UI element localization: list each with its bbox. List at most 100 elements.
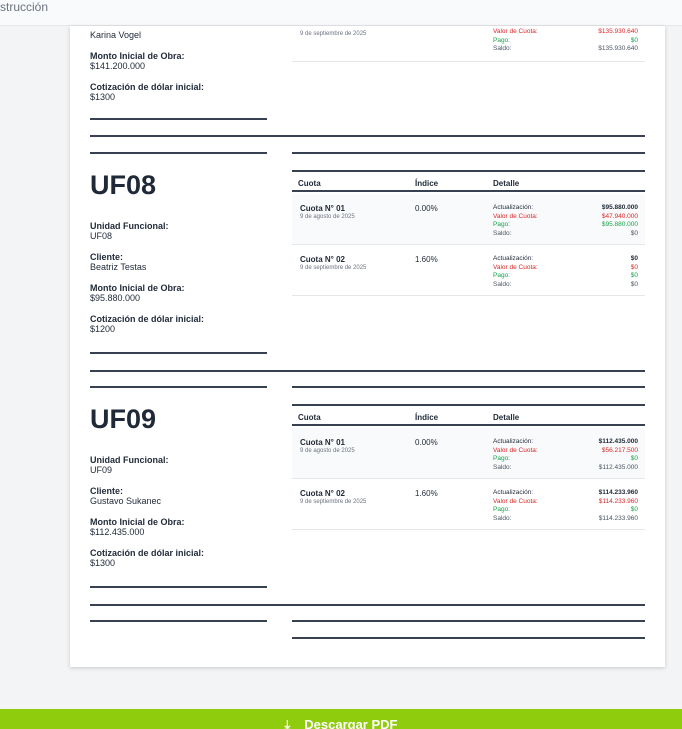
cotizacion-label: Cotización de dólar inicial: <box>90 82 205 92</box>
table-row: Cuota N° 02 9 de septiembre de 2025 1.60… <box>292 245 645 296</box>
col-indice: Índice <box>415 179 439 188</box>
detail-value: $0 <box>630 255 638 262</box>
detail-label: Saldo: <box>493 463 512 471</box>
cuota-number: Cuota N° 02 <box>300 255 345 264</box>
col-detalle: Detalle <box>493 179 520 188</box>
divider <box>292 637 645 639</box>
detail-value: $0 <box>630 229 638 237</box>
uf-value: UF08 <box>90 231 113 241</box>
monto-label: Monto Inicial de Obra: <box>90 283 185 293</box>
table-row: Cuota N° 02 9 de septiembre de 2025 1.60… <box>292 479 645 530</box>
detail-value: $114.233.960 <box>598 497 638 505</box>
top-bar: strucción <box>0 0 682 26</box>
detail-label: Actualización: <box>493 489 534 496</box>
cuota-date: 9 de septiembre de 2025 <box>300 31 367 37</box>
client-name: Karina Vogel <box>90 30 142 40</box>
col-cuota: Cuota <box>298 413 321 422</box>
cuota-number: Cuota N° 01 <box>300 204 345 213</box>
divider <box>90 135 645 137</box>
divider <box>90 620 267 622</box>
col-detalle: Detalle <box>493 413 520 422</box>
detail-value: $114.233.960 <box>598 489 638 496</box>
col-cuota: Cuota <box>298 179 321 188</box>
table-row: Cuota N° 01 9 de agosto de 2025 0.00% Ac… <box>292 428 645 479</box>
detail-value: $0 <box>630 36 638 44</box>
detail-value: $47.940.000 <box>601 212 638 220</box>
col-indice: Índice <box>415 413 439 422</box>
monto-value: $95.880.000 <box>90 293 141 303</box>
uf07-info: Karina Vogel Monto Inicial de Obra: $141… <box>90 30 204 113</box>
cuota-date: 9 de septiembre de 2025 <box>300 265 367 271</box>
detail-value: $0 <box>630 272 638 279</box>
divider <box>90 118 267 120</box>
monto-label: Monto Inicial de Obra: <box>90 51 185 61</box>
detail-label: Actualización: <box>493 204 534 211</box>
download-pdf-button[interactable]: ⤓ Descargar PDF <box>0 709 682 729</box>
divider <box>90 352 267 354</box>
uf09-info: Unidad Funcional: UF09 Cliente: Gustavo Su… <box>90 455 204 579</box>
cuota-number: Cuota N° 02 <box>300 489 345 498</box>
detail-value: $0 <box>630 280 638 288</box>
unit-title: UF08 <box>90 170 157 200</box>
cuota-date: 9 de septiembre de 2025 <box>300 499 367 505</box>
monto-label: Monto Inicial de Obra: <box>90 517 185 527</box>
uf-label: Unidad Funcional: <box>90 221 169 231</box>
detail-value: $0 <box>630 455 638 462</box>
detail-label: Valor de Cuota: <box>493 263 538 271</box>
cuota-detail: Actualización: $0 Valor de Cuota: $0 Pago:… <box>493 255 638 289</box>
divider <box>90 152 267 154</box>
divider <box>90 604 645 606</box>
cuota-detail: Actualización: $95.880.000 Valor de Cuota… <box>493 204 638 238</box>
detail-value: $135.930.640 <box>598 45 638 52</box>
detail-value: $112.435.000 <box>598 463 638 471</box>
table-header: Cuota Índice Detalle <box>292 170 645 192</box>
uf08-info: Unidad Funcional: UF08 Cliente: Beatriz Te… <box>90 221 204 345</box>
page-heading-fragment: strucción <box>0 0 49 14</box>
detail-label: Pago: <box>493 36 510 44</box>
client-name: Gustavo Sukanec <box>90 496 162 506</box>
unit-title: UF09 <box>90 404 157 434</box>
cuota-detail: Actualización: $112.435.000 Valor de Cuot… <box>493 438 638 472</box>
report-sheet: Karina Vogel Monto Inicial de Obra: $141… <box>70 26 665 667</box>
cuota-indice: 0.00% <box>415 204 438 213</box>
cuota-indice: 1.60% <box>415 489 438 498</box>
detail-value: $0 <box>630 263 638 271</box>
monto-value: $141.200.000 <box>90 61 146 71</box>
detail-label: Saldo: <box>493 514 512 522</box>
divider <box>90 586 267 588</box>
detail-value: $95.880.000 <box>601 221 638 228</box>
cuota-indice: 0.00% <box>415 438 438 447</box>
detail-label: Pago: <box>493 221 510 228</box>
detail-value: $56.217.500 <box>601 446 638 454</box>
cotizacion-label: Cotización de dólar inicial: <box>90 548 205 558</box>
monto-value: $112.435.000 <box>90 527 145 537</box>
cuota-detail: Actualización: $114.233.960 Valor de Cuot… <box>493 489 638 523</box>
cuota-indice: 1.60% <box>415 255 438 264</box>
client-label: Cliente: <box>90 486 124 496</box>
cotizacion-label: Cotización de dólar inicial: <box>90 314 205 324</box>
detail-label: Valor de Cuota: <box>493 497 538 505</box>
detail-label: Pago: <box>493 506 510 513</box>
detail-label: Saldo: <box>493 280 512 288</box>
detail-label: Pago: <box>493 455 510 462</box>
detail-label: Actualización: <box>493 255 534 262</box>
uf-value: UF09 <box>90 465 113 475</box>
detail-label: Saldo: <box>493 229 512 237</box>
table-header: Cuota Índice Detalle <box>292 404 645 426</box>
detail-value: $114.233.960 <box>598 514 638 522</box>
detail-label: Saldo: <box>493 45 512 52</box>
divider <box>292 386 645 388</box>
client-label: Cliente: <box>90 252 124 262</box>
download-label: Descargar PDF <box>304 717 398 729</box>
download-icon: ⤓ <box>284 717 291 729</box>
table-row: Cuota N° 01 9 de agosto de 2025 0.00% Ac… <box>292 194 645 245</box>
cuota-number: Cuota N° 01 <box>300 438 345 447</box>
client-name: Beatriz Testas <box>90 262 147 272</box>
table-row: 9 de septiembre de 2025 Valor de Cuota: $… <box>292 26 645 62</box>
cotizacion-value: $1300 <box>90 558 116 568</box>
detail-value: $135.930.640 <box>598 28 638 35</box>
detail-label: Valor de Cuota: <box>493 28 538 35</box>
divider <box>90 386 267 388</box>
detail-value: $95.880.000 <box>601 204 638 211</box>
detail-label: Valor de Cuota: <box>493 446 538 454</box>
